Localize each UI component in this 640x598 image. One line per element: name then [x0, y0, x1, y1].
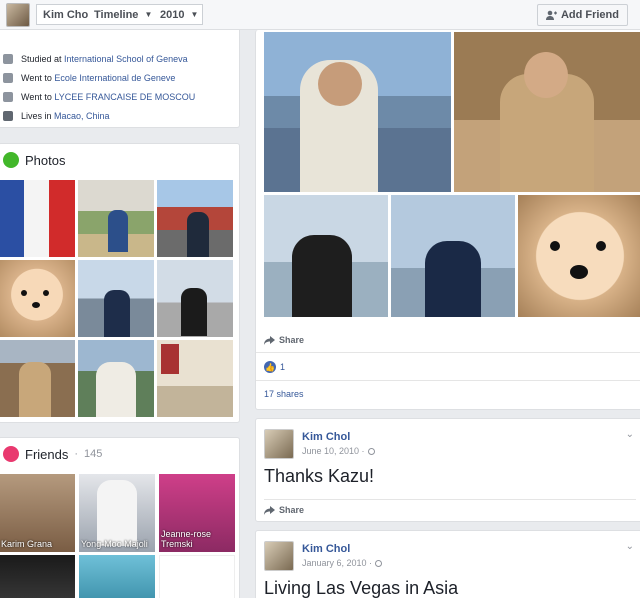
- post-photo[interactable]: [518, 195, 640, 317]
- intro-text: Studied at: [21, 54, 65, 64]
- post-photo[interactable]: [454, 32, 640, 192]
- share-button[interactable]: Share: [264, 505, 304, 515]
- share-label: Share: [279, 505, 305, 515]
- photos-header[interactable]: Photos: [3, 152, 65, 168]
- intro-item: Went to Ecole International de Geneve: [3, 73, 175, 83]
- author-avatar[interactable]: [264, 429, 294, 459]
- graduation-cap-icon: [3, 54, 13, 64]
- chevron-down-icon: ▼: [190, 10, 199, 19]
- add-friend-button[interactable]: Add Friend: [536, 4, 628, 26]
- photo-thumbnail[interactable]: [157, 340, 233, 417]
- photo-thumbnail[interactable]: [157, 260, 233, 337]
- globe-icon: [375, 559, 383, 567]
- status-post: Kim Chol January 6, 2010 · ⌄ Living Las …: [255, 530, 640, 598]
- add-friend-icon: [545, 10, 557, 20]
- year-label: 2010: [160, 8, 185, 21]
- friend-tile[interactable]: Yong-Moo Majoli: [79, 474, 155, 552]
- intro-link[interactable]: Macao, China: [54, 111, 110, 121]
- intro-item: Went to LYCEE FRANCAISE DE MOSCOU: [3, 92, 195, 102]
- intro-text: Lives in: [21, 111, 55, 121]
- post-options-icon[interactable]: ⌄: [626, 429, 634, 440]
- profile-avatar[interactable]: [6, 3, 30, 27]
- divider: [256, 352, 640, 353]
- author-name[interactable]: Kim Chol: [302, 543, 350, 555]
- friend-tile[interactable]: Jeanne-rose Tremski: [159, 474, 235, 552]
- photos-icon: [3, 152, 19, 168]
- intro-link[interactable]: LYCEE FRANCAISE DE MOSCOU: [54, 92, 195, 102]
- share-icon: [264, 335, 275, 345]
- friends-header[interactable]: Friends · 145: [3, 446, 102, 462]
- year-dropdown[interactable]: 2010 ▼: [154, 4, 204, 25]
- author-avatar[interactable]: [264, 541, 294, 571]
- intro-item: Lives in Macao, China: [3, 111, 110, 121]
- intro-card: Studied at International School of Genev…: [0, 30, 240, 128]
- post-date: January 6, 2010 ·: [302, 558, 373, 568]
- photo-thumbnail[interactable]: [157, 180, 233, 257]
- photo-thumbnail[interactable]: [0, 180, 75, 257]
- friends-grid: Karim Grana Yong-Moo Majoli Jeanne-rose …: [0, 474, 235, 598]
- friend-name: Jeanne-rose Tremski: [161, 529, 212, 549]
- intro-text: Went to: [21, 92, 55, 102]
- divider: [264, 499, 636, 500]
- post-date: June 10, 2010 ·: [302, 446, 365, 456]
- timeline-dropdown[interactable]: Timeline ▼: [88, 4, 158, 25]
- share-label: Share: [279, 335, 305, 345]
- reactions-summary[interactable]: 👍 1: [264, 361, 285, 373]
- post-text: Living Las Vegas in Asia: [264, 578, 459, 598]
- post-timestamp[interactable]: June 10, 2010 ·: [302, 446, 375, 456]
- timeline-navbar: Kim Chol Timeline ▼ 2010 ▼ Add Friend: [0, 0, 640, 30]
- photo-thumbnail[interactable]: [78, 180, 154, 257]
- post-text: Thanks Kazu!: [264, 466, 375, 486]
- graduation-cap-icon: [3, 92, 13, 102]
- photos-card: Photos: [0, 143, 240, 423]
- friend-name: Karim Grana: [1, 538, 53, 549]
- friend-tile[interactable]: [0, 555, 75, 598]
- add-friend-label: Add Friend: [560, 9, 619, 21]
- post-photo[interactable]: [391, 195, 515, 317]
- friends-title: Friends: [25, 446, 69, 462]
- friends-count: 145: [84, 448, 103, 460]
- graduation-cap-icon: [3, 73, 13, 83]
- photo-thumbnail[interactable]: [0, 260, 75, 337]
- intro-link[interactable]: Ecole International de Geneve: [54, 73, 175, 83]
- post-options-icon[interactable]: ⌄: [626, 541, 634, 552]
- intro-link[interactable]: International School of Geneva: [64, 54, 188, 64]
- timeline-label: Timeline: [94, 8, 139, 21]
- share-icon: [264, 505, 275, 515]
- intro-item: Studied at International School of Genev…: [3, 54, 188, 64]
- friends-card: Friends · 145 Karim Grana Yong-Moo Majol…: [0, 437, 240, 598]
- friend-name: Yong-Moo Majoli: [81, 538, 148, 549]
- friend-tile[interactable]: [79, 555, 155, 598]
- photo-thumbnail[interactable]: [78, 340, 154, 417]
- photo-thumbnail[interactable]: [78, 260, 154, 337]
- photos-title: Photos: [25, 152, 66, 168]
- post-photo[interactable]: [264, 195, 388, 317]
- chevron-down-icon: ▼: [144, 10, 153, 19]
- shares-count: 17 shares: [264, 389, 304, 399]
- share-button[interactable]: Share: [264, 335, 304, 345]
- intro-text: Went to: [21, 73, 55, 83]
- photo-post-card: Share 👍 1 17 shares: [255, 30, 640, 410]
- photo-thumbnail[interactable]: [0, 340, 75, 417]
- profile-name: Kim Chol: [43, 8, 92, 21]
- divider: [256, 380, 640, 381]
- photos-grid: [0, 180, 241, 417]
- like-count: 1: [280, 362, 286, 372]
- post-timestamp[interactable]: January 6, 2010 ·: [302, 558, 383, 568]
- home-icon: [3, 111, 13, 121]
- like-icon: 👍: [264, 361, 276, 373]
- status-post: Kim Chol June 10, 2010 · ⌄ Thanks Kazu! …: [255, 418, 640, 522]
- shares-link[interactable]: 17 shares: [264, 389, 304, 399]
- author-name[interactable]: Kim Chol: [302, 431, 350, 443]
- friends-icon: [3, 446, 19, 462]
- globe-icon: [367, 447, 375, 455]
- friend-tile[interactable]: [159, 555, 235, 598]
- post-photo[interactable]: [264, 32, 451, 192]
- friend-tile[interactable]: Karim Grana: [0, 474, 75, 552]
